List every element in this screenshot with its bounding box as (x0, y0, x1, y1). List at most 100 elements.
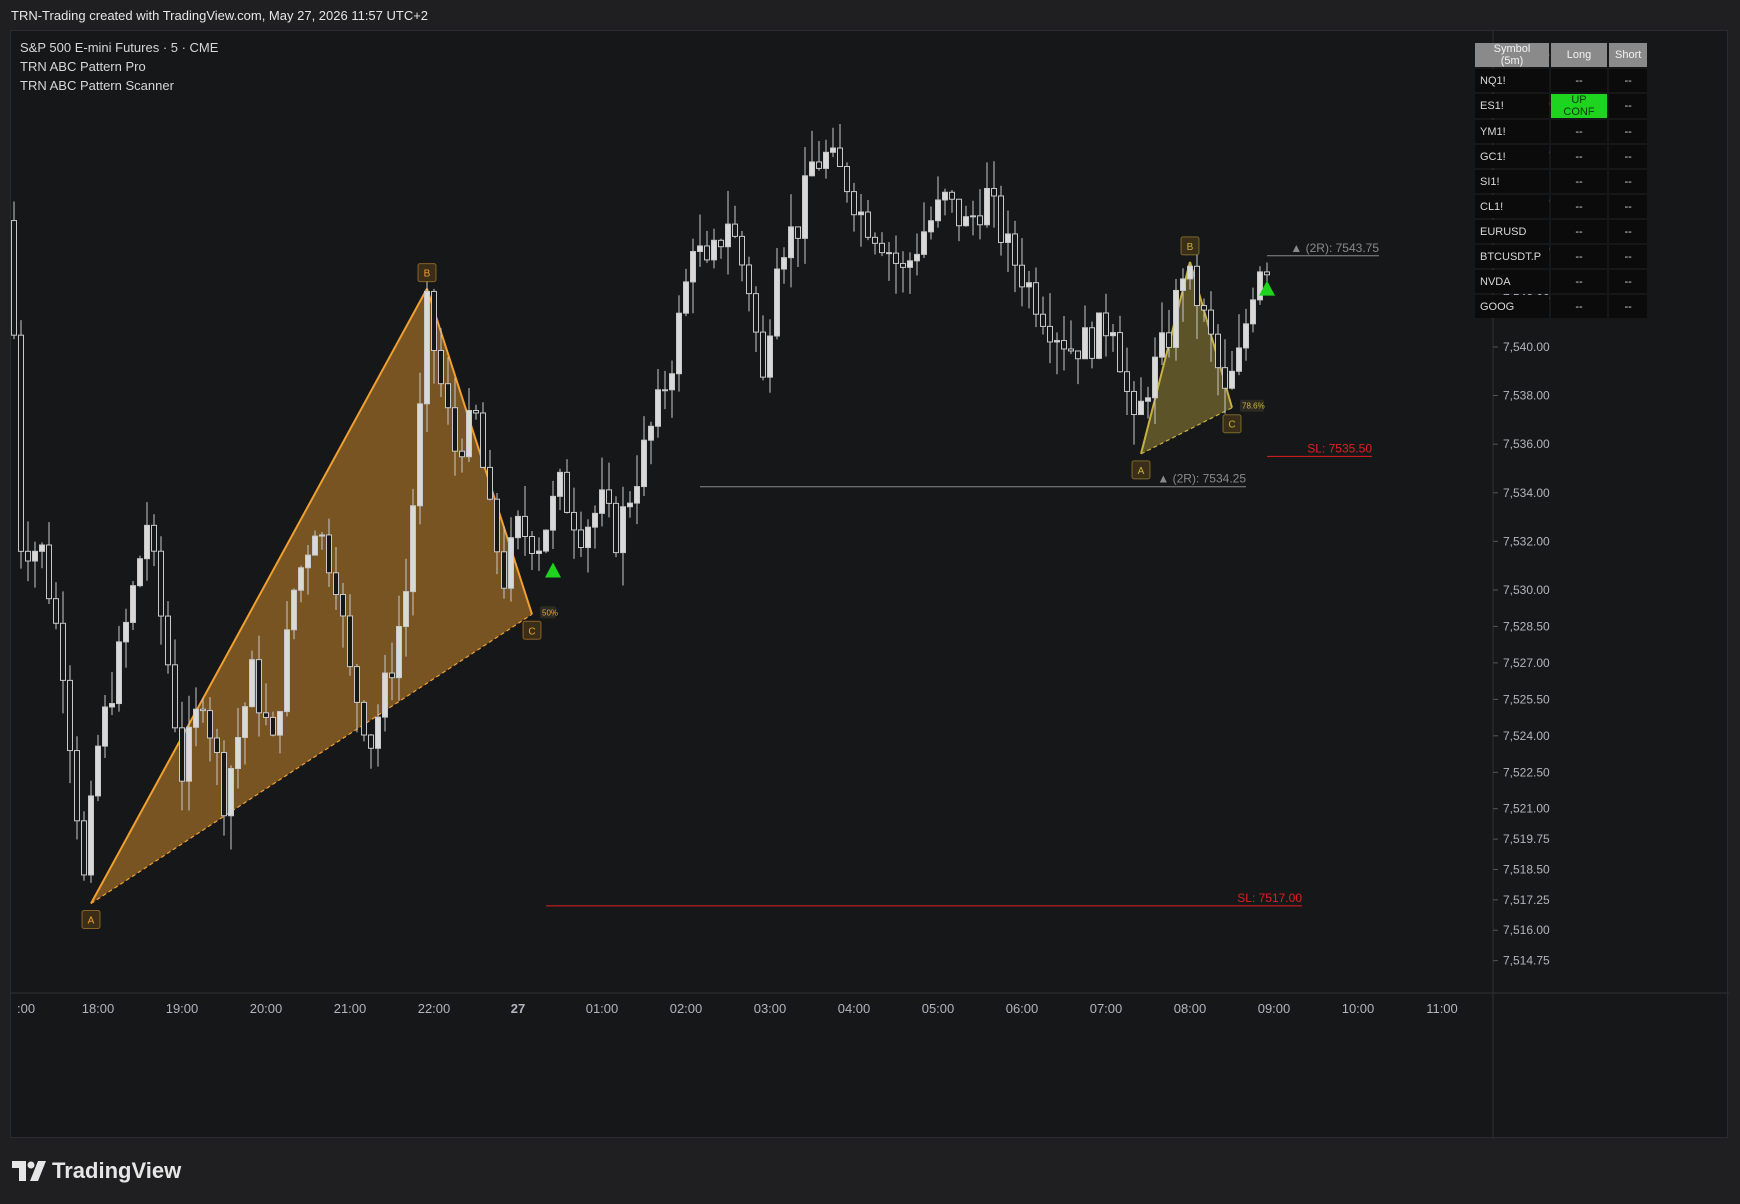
candle-body (18, 334, 24, 552)
scanner-cell-symbol: SI1! (1475, 170, 1549, 193)
time-tick-label: 09:00 (1258, 1001, 1291, 1016)
scanner-cell-symbol: EURUSD (1475, 220, 1549, 243)
time-tick-label: 27 (511, 1001, 525, 1016)
candle-body (193, 708, 199, 728)
scanner-cell-long: -- (1551, 195, 1607, 218)
candle-body (1026, 282, 1032, 288)
candle-body (921, 231, 927, 255)
candle-body (697, 245, 703, 253)
candle-body (1159, 332, 1165, 358)
candle-body (515, 515, 521, 539)
scanner-cell-short: -- (1609, 145, 1648, 168)
candle-body (144, 524, 150, 560)
candle-body (109, 703, 115, 708)
candle-body (466, 410, 472, 458)
price-tick-label: 7,518.50 (1503, 862, 1550, 876)
candle-body (935, 199, 941, 222)
candle-body (893, 252, 899, 264)
candle-body (81, 820, 87, 876)
time-tick-label: 01:00 (586, 1001, 619, 1016)
candle-body (284, 629, 290, 713)
candle-body (1264, 271, 1270, 276)
candle-body (585, 526, 591, 549)
candle-body (116, 641, 122, 705)
candle-body (809, 161, 815, 177)
legend-symbol[interactable]: S&P 500 E-mini Futures · 5 · CME (20, 38, 218, 57)
time-tick-label: 07:00 (1090, 1001, 1123, 1016)
retracement-label: 78.6% (1242, 402, 1265, 411)
scanner-row: NVDA -- -- (1475, 270, 1648, 293)
candle-body (536, 550, 542, 554)
scanner-cell-short: -- (1609, 120, 1648, 143)
price-chart[interactable]: 7,552.007,550.007,548.007,546.007,544.00… (11, 31, 1729, 1139)
scanner-row: EURUSD -- -- (1475, 220, 1648, 243)
candle-body (214, 737, 220, 754)
time-tick-label: 11:00 (1426, 1001, 1458, 1016)
scanner-cell-short: -- (1609, 245, 1648, 268)
candle-body (298, 567, 304, 591)
candle-body (760, 331, 766, 378)
scanner-row: YM1! -- -- (1475, 120, 1648, 143)
scanner-row: BTCUSDT.P -- -- (1475, 245, 1648, 268)
candle-body (137, 558, 143, 587)
candle-body (942, 191, 948, 201)
chart-pane[interactable]: 7,552.007,550.007,548.007,546.007,544.00… (10, 30, 1729, 1139)
tradingview-logo[interactable]: TradingView (12, 1158, 181, 1184)
candle-body (1096, 312, 1102, 359)
candle-body (172, 664, 178, 729)
candle-body (571, 511, 577, 531)
candle-body (746, 264, 752, 295)
scanner-cell-symbol: NQ1! (1475, 69, 1549, 92)
scanner-row: CL1! -- -- (1475, 195, 1648, 218)
candle-body (410, 505, 416, 593)
scanner-cell-long: UP CONF (1551, 94, 1607, 118)
time-tick-label: 06:00 (1006, 1001, 1039, 1016)
candle-body (1117, 332, 1123, 373)
tradingview-brand-text: TradingView (52, 1158, 182, 1183)
stop-loss-2-label: SL: 7535.50 (1307, 441, 1372, 455)
candle-body (46, 544, 52, 600)
price-tick-label: 7,527.00 (1503, 656, 1550, 670)
candle-body (333, 572, 339, 596)
legend-indicator-abc-pattern-pro[interactable]: TRN ABC Pattern Pro (20, 57, 218, 76)
candle-body (354, 666, 360, 703)
price-tick-label: 7,528.50 (1503, 619, 1550, 633)
candle-body (648, 425, 654, 441)
chart-legend: S&P 500 E-mini Futures · 5 · CME TRN ABC… (20, 38, 218, 95)
candle-body (39, 544, 45, 552)
candle-body (1257, 271, 1263, 301)
candle-body (221, 752, 227, 817)
target-2r-1-label: ▲ (2R): 7534.25 (1157, 472, 1246, 486)
candle-body (67, 679, 73, 752)
candle-body (984, 187, 990, 226)
candle-body (1061, 340, 1067, 350)
candle-body (1075, 350, 1081, 360)
candle-body (1194, 265, 1200, 307)
candle-body (438, 349, 444, 385)
candle-body (312, 535, 318, 556)
candle-body (235, 737, 241, 769)
candle-body (795, 226, 801, 239)
candle-body (914, 253, 920, 262)
scanner-cell-long: -- (1551, 295, 1607, 318)
legend-indicator-abc-pattern-scanner[interactable]: TRN ABC Pattern Scanner (20, 76, 218, 95)
candle-body (130, 585, 136, 623)
scanner-cell-symbol: YM1! (1475, 120, 1549, 143)
candle-body (375, 716, 381, 749)
candle-body (1208, 309, 1214, 335)
candle-body (1040, 313, 1046, 327)
scanner-cell-short: -- (1609, 170, 1648, 193)
scanner-cell-long: -- (1551, 270, 1607, 293)
candle-body (844, 166, 850, 193)
candle-body (1250, 299, 1256, 325)
abc-point-label: B (424, 269, 431, 280)
candle-body (690, 251, 696, 283)
scanner-cell-long: -- (1551, 220, 1607, 243)
candle-body (1187, 265, 1193, 280)
candle-body (613, 502, 619, 554)
target-2r-2-label: ▲ (2R): 7543.75 (1290, 241, 1379, 255)
time-tick-label: 02:00 (670, 1001, 703, 1016)
candle-body (949, 191, 955, 200)
candle-body (340, 594, 346, 617)
candle-body (1089, 327, 1095, 359)
